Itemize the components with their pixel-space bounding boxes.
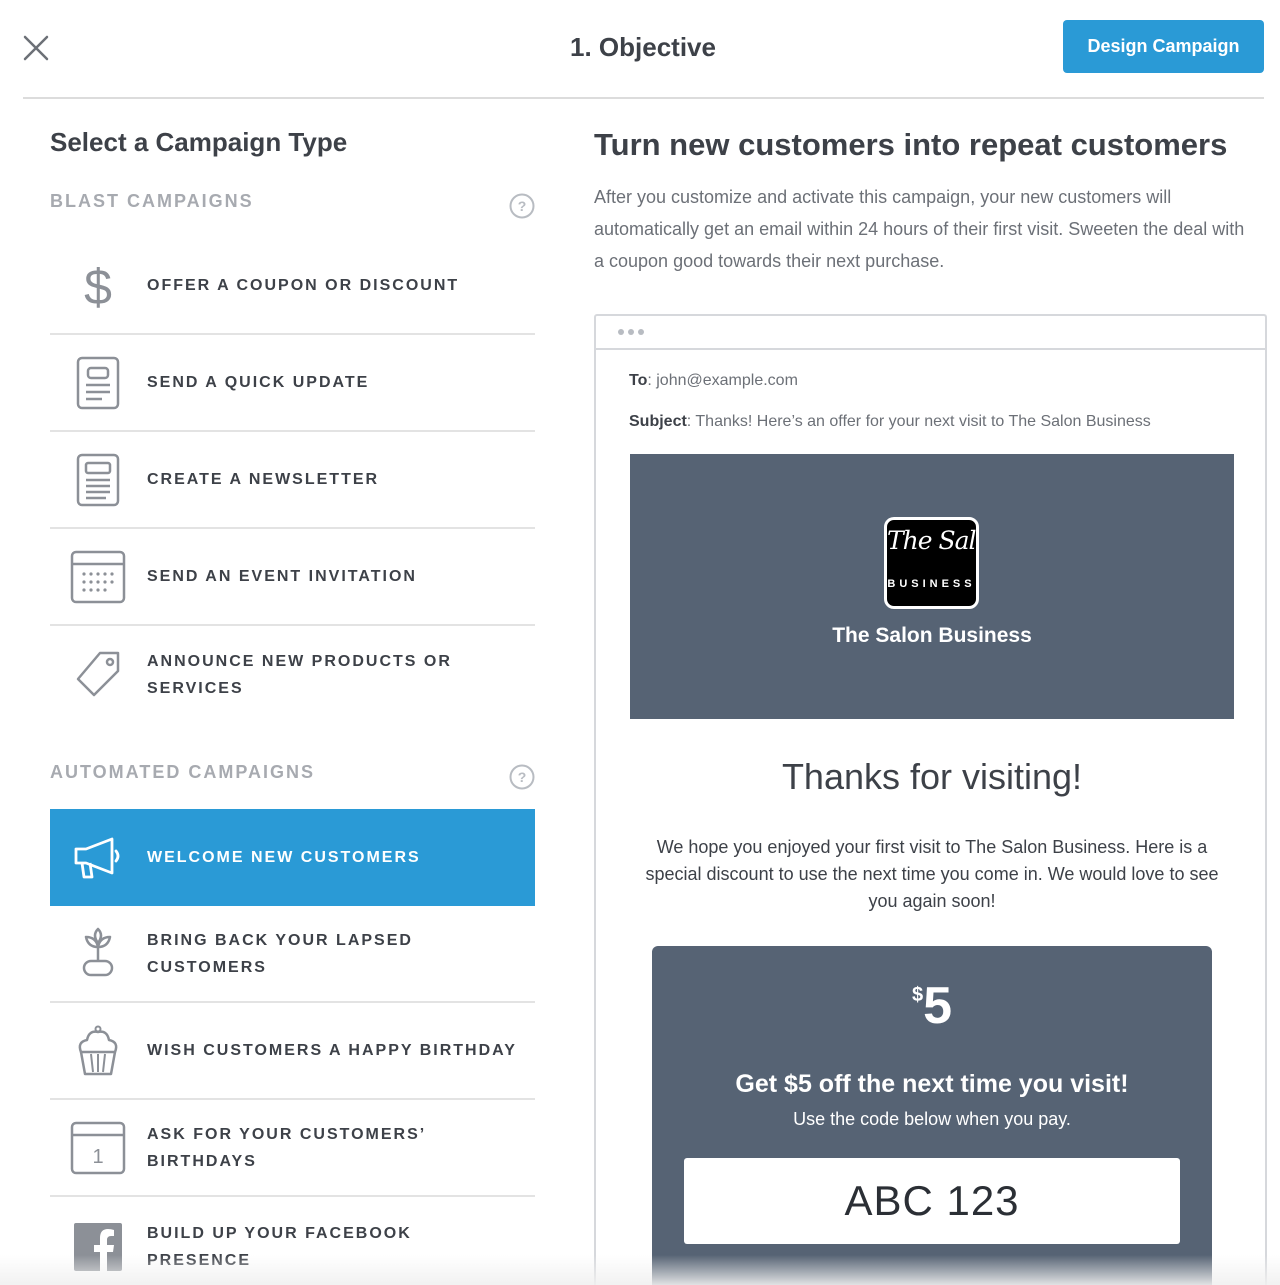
date-icon-number: 1 [92,1146,103,1168]
document-icon [70,355,126,411]
campaign-option-ask-birthdays[interactable]: 1 ASK FOR YOUR CUSTOMERS’ BIRTHDAYS [50,1100,535,1197]
cupcake-icon [70,1023,126,1079]
help-icon[interactable]: ? [509,764,535,790]
newsletter-icon [70,452,126,508]
dollar-icon: $ [70,258,126,314]
help-glyph: ? [518,198,527,214]
campaign-option-label: ASK FOR YOUR CUSTOMERS’ BIRTHDAYS [147,1125,426,1170]
coupon-value: 5 [923,977,953,1035]
facebook-icon [70,1219,126,1275]
logo-sub-text: BUSINESS [887,578,976,590]
campaign-option-label: SEND A QUICK UPDATE [147,374,370,391]
logo-script-text: The Salon [887,526,976,555]
svg-text:$: $ [84,260,112,312]
campaign-option-label: CREATE A NEWSLETTER [147,471,380,488]
email-body-text: We hope you enjoyed your first visit to … [645,837,1219,911]
calendar-icon [70,549,126,605]
header-divider [23,97,1264,99]
campaign-option-label: WISH CUSTOMERS A HAPPY BIRTHDAY [147,1042,517,1059]
coupon-currency: $ [911,984,924,1006]
campaign-option-label: WELCOME NEW CUSTOMERS [147,849,421,866]
campaign-option-newsletter[interactable]: CREATE A NEWSLETTER [50,432,535,529]
campaign-option-offer-coupon[interactable]: $ OFFER A COUPON OR DISCOUNT [50,238,535,335]
coupon-headline: Get $5 off the next time you visit! [735,1070,1129,1098]
design-campaign-button[interactable]: Design Campaign [1063,20,1264,73]
email-heading: Thanks for visiting! [781,756,1083,797]
campaign-option-facebook-presence[interactable]: BUILD UP YOUR FACEBOOK PRESENCE [50,1197,535,1285]
email-header-banner: The Salon BUSINESS The Salon Business [630,454,1234,719]
date-icon: 1 [70,1120,126,1176]
plant-icon [70,926,126,982]
campaign-option-quick-update[interactable]: SEND A QUICK UPDATE [50,335,535,432]
email-subject-value: : Thanks! Here’s an offer for your next … [686,413,1151,430]
email-subject-line: Subject: Thanks! Here’s an offer for you… [629,413,1151,431]
section-title: Select a Campaign Type [50,127,348,157]
megaphone-icon [70,830,126,886]
email-to-label: To [629,372,648,389]
email-subject-label: Subject [629,413,687,430]
window-dots-icon [618,329,644,335]
campaign-option-announce-products[interactable]: ANNOUNCE NEW PRODUCTS OR SERVICES [50,626,535,723]
coupon-card: $5 Get $5 off the next time you visit! U… [652,946,1212,1285]
campaign-option-label: OFFER A COUPON OR DISCOUNT [147,277,460,294]
campaign-headline: Turn new customers into repeat customers [594,127,1228,162]
coupon-code: ABC 123 [684,1158,1180,1244]
email-to-value: : john@example.com [647,372,798,389]
campaign-option-event-invitation[interactable]: SEND AN EVENT INVITATION [50,529,535,626]
campaign-option-label: SEND AN EVENT INVITATION [147,568,417,585]
top-bar: 1. Objective Design Campaign [0,0,1280,98]
campaign-option-happy-birthday[interactable]: WISH CUSTOMERS A HAPPY BIRTHDAY [50,1003,535,1100]
business-logo: The Salon BUSINESS [884,517,979,609]
campaign-option-lapsed-customers[interactable]: BRING BACK YOUR LAPSED CUSTOMERS [50,906,535,1003]
campaign-description: After you customize and activate this ca… [594,187,1245,271]
help-icon[interactable]: ? [509,193,535,219]
campaign-option-label: BRING BACK YOUR LAPSED CUSTOMERS [147,931,413,976]
campaign-option-label: BUILD UP YOUR FACEBOOK PRESENCE [147,1225,412,1269]
help-glyph: ? [518,769,527,785]
coupon-amount: $5 [652,976,1212,1036]
preview-window-bar [596,316,1265,350]
automated-campaigns-label: AUTOMATED CAMPAIGNS [50,762,315,782]
campaign-option-welcome-new-customers[interactable]: WELCOME NEW CUSTOMERS [50,809,535,906]
email-preview-window: To: john@example.com Subject: Thanks! He… [594,314,1267,1285]
tag-icon [70,647,126,703]
campaign-option-label: ANNOUNCE NEW PRODUCTS OR SERVICES [147,652,452,697]
email-to-line: To: john@example.com [629,372,798,390]
business-name: The Salon Business [832,624,1032,647]
blast-campaigns-label: BLAST CAMPAIGNS [50,191,254,211]
coupon-subtext: Use the code below when you pay. [793,1109,1071,1129]
